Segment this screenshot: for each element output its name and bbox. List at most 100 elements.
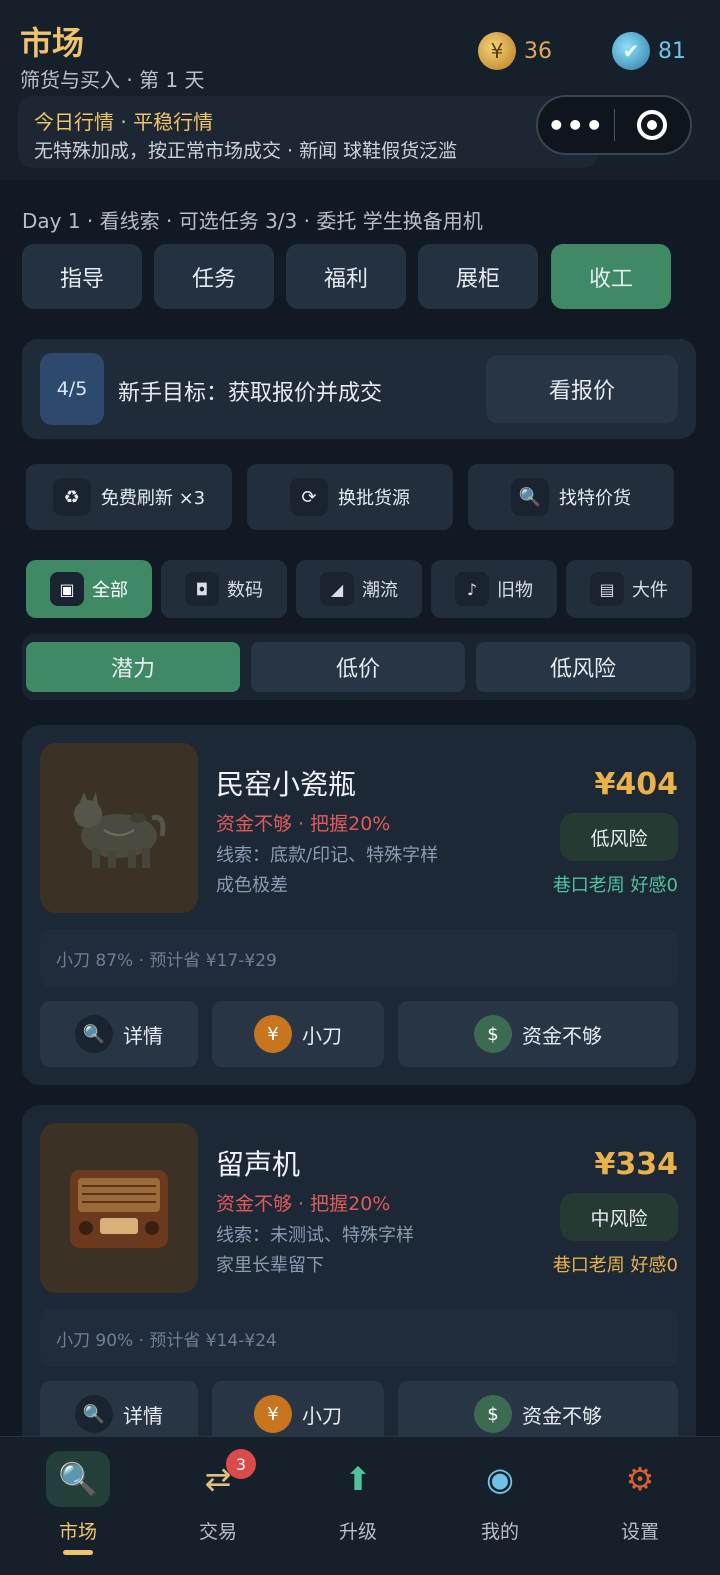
- furniture-icon: ▤: [590, 572, 624, 606]
- category-vintage-label: 旧物: [497, 580, 533, 601]
- haggle-button[interactable]: ¥ 小刀: [212, 1001, 384, 1067]
- change-source-label: 换批货源: [338, 488, 410, 509]
- chest-icon: ▣: [50, 572, 84, 606]
- product-card: 留声机 资金不够 · 把握20% 线索：未测试、特殊字样 家里长辈留下 ¥334…: [22, 1105, 696, 1465]
- change-source-button[interactable]: ⟳ 换批货源: [247, 464, 453, 530]
- trade-badge: 3: [226, 1449, 256, 1479]
- detail-button[interactable]: 🔍 详情: [40, 1001, 198, 1067]
- buy-label: 资金不够: [522, 1403, 602, 1428]
- category-large-label: 大件: [632, 580, 668, 601]
- gold-coin-icon: ¥: [478, 32, 516, 70]
- end-day-button[interactable]: 收工: [551, 244, 671, 309]
- magnifier-icon: 🔍: [75, 1395, 113, 1433]
- porcelain-beast-icon: [74, 792, 166, 868]
- day-status-line: Day 1 · 看线索 · 可选任务 3/3 · 委托 学生换备用机: [22, 209, 483, 233]
- product-price: ¥334: [594, 1147, 679, 1182]
- nav-market-label: 市场: [58, 1521, 97, 1543]
- haggle-label: 小刀: [302, 1403, 342, 1428]
- buy-label: 资金不够: [522, 1023, 602, 1048]
- product-name: 留声机: [216, 1148, 301, 1181]
- camera-icon: ◘: [185, 572, 219, 606]
- profile-avatar-icon: ◉: [486, 1460, 514, 1498]
- more-menu-button[interactable]: •••: [538, 97, 614, 153]
- magnifier-icon: 🔍: [511, 478, 549, 516]
- risk-badge: 低风险: [560, 813, 678, 861]
- refresh-icon: ♻: [52, 478, 91, 516]
- nav-profile[interactable]: ◉ 我的: [440, 1451, 560, 1544]
- product-warning: 资金不够 · 把握20%: [216, 1193, 391, 1215]
- product-image: [40, 1123, 198, 1293]
- product-price: ¥404: [594, 767, 679, 802]
- benefits-button[interactable]: 福利: [286, 244, 406, 309]
- product-warning: 资金不够 · 把握20%: [216, 813, 391, 835]
- miniprogram-capsule: •••: [536, 95, 692, 155]
- category-large-tab[interactable]: ▤ 大件: [566, 560, 692, 618]
- product-image: [40, 743, 198, 913]
- more-dots-icon: •••: [547, 108, 605, 142]
- vendor-label: 巷口老周 好感0: [552, 875, 678, 896]
- gem-amount: 81: [658, 38, 686, 64]
- haggle-info: 小刀 90% · 预计省 ¥14-¥24: [40, 1309, 678, 1367]
- goal-text: 新手目标：获取报价并成交: [118, 381, 383, 406]
- haggle-info: 小刀 87% · 预计省 ¥17-¥29: [40, 929, 678, 987]
- upgrade-arrow-icon: ⬆: [344, 1460, 372, 1498]
- gold-amount: 36: [524, 38, 552, 64]
- sort-low-risk-tab[interactable]: 低风险: [476, 642, 690, 692]
- nav-settings[interactable]: ⚙ 设置: [580, 1451, 700, 1544]
- vendor-label: 巷口老周 好感0: [552, 1255, 678, 1276]
- haggle-label: 小刀: [302, 1023, 342, 1048]
- detail-label: 详情: [123, 1023, 163, 1048]
- page-subtitle: 筛货与买入 · 第 1 天: [20, 68, 205, 92]
- bottom-nav: 🔍 市场 ⇄ 3 交易 ⬆ 升级 ◉ 我的 ⚙ 设置: [0, 1436, 720, 1575]
- nav-trade[interactable]: ⇄ 3 交易: [158, 1449, 278, 1544]
- guide-button[interactable]: 指导: [22, 244, 142, 309]
- tasks-button[interactable]: 任务: [154, 244, 274, 309]
- gear-icon: ⚙: [625, 1460, 655, 1498]
- newbie-goal-card: 4/5 新手目标：获取报价并成交 看报价: [22, 339, 696, 439]
- nav-upgrade[interactable]: ⬆ 升级: [298, 1451, 418, 1544]
- view-quote-button[interactable]: 看报价: [486, 355, 678, 423]
- handshake-icon: ⇄ 3: [186, 1449, 256, 1507]
- category-trend-tab[interactable]: ◢ 潮流: [296, 560, 422, 618]
- nav-profile-label: 我的: [480, 1521, 519, 1543]
- product-card: 民窑小瓷瓶 资金不够 · 把握20% 线索：底款/印记、特殊字样 成色极差 ¥4…: [22, 725, 696, 1085]
- free-refresh-button[interactable]: ♻ 免费刷新 ×3: [26, 464, 232, 530]
- header: 市场 筛货与买入 · 第 1 天 ¥ 36 ✔ 81 今日行情 · 平稳行情 无…: [0, 0, 720, 180]
- nav-settings-label: 设置: [620, 1521, 659, 1543]
- coin-icon: ¥: [254, 1015, 292, 1053]
- sort-potential-tab[interactable]: 潜力: [26, 642, 240, 692]
- category-all-tab[interactable]: ▣ 全部: [26, 560, 152, 618]
- magnifier-icon: 🔍: [46, 1451, 110, 1507]
- product-clue: 线索：底款/印记、特殊字样: [216, 845, 439, 866]
- product-name: 民窑小瓷瓶: [216, 768, 357, 801]
- free-refresh-label: 免费刷新 ×3: [100, 488, 206, 509]
- close-miniprogram-button[interactable]: [615, 97, 691, 153]
- category-vintage-tab[interactable]: ♪ 旧物: [431, 560, 557, 618]
- goal-progress-badge: 4/5: [40, 353, 104, 425]
- find-deals-button[interactable]: 🔍 找特价货: [468, 464, 674, 530]
- market-banner-title: 今日行情 · 平稳行情: [34, 110, 214, 134]
- page-title: 市场: [20, 24, 85, 62]
- category-all-label: 全部: [92, 580, 128, 601]
- gem-counter[interactable]: ✔ 81: [612, 32, 686, 70]
- market-banner: 今日行情 · 平稳行情 无特殊加成，按正常市场成交 · 新闻 球鞋假货泛滥: [18, 96, 598, 168]
- sneaker-icon: ◢: [320, 572, 354, 606]
- buy-button[interactable]: $ 资金不够: [398, 1001, 678, 1067]
- money-bag-icon: $: [474, 1395, 512, 1433]
- target-icon: [637, 110, 668, 140]
- category-trend-label: 潮流: [362, 580, 398, 601]
- sort-low-price-tab[interactable]: 低价: [251, 642, 465, 692]
- category-digital-tab[interactable]: ◘ 数码: [161, 560, 287, 618]
- showcase-button[interactable]: 展柜: [418, 244, 538, 309]
- nav-market[interactable]: 🔍 市场: [18, 1451, 138, 1555]
- active-indicator: [63, 1550, 93, 1555]
- nav-trade-label: 交易: [198, 1521, 237, 1543]
- swap-source-icon: ⟳: [290, 478, 328, 516]
- radio-icon: [70, 1170, 168, 1248]
- nav-upgrade-label: 升级: [338, 1521, 377, 1543]
- product-description: 家里长辈留下: [216, 1255, 324, 1276]
- product-clue: 线索：未测试、特殊字样: [216, 1225, 414, 1246]
- gold-counter[interactable]: ¥ 36: [478, 32, 552, 70]
- category-digital-label: 数码: [227, 580, 263, 601]
- market-banner-subtitle: 无特殊加成，按正常市场成交 · 新闻 球鞋假货泛滥: [34, 140, 458, 162]
